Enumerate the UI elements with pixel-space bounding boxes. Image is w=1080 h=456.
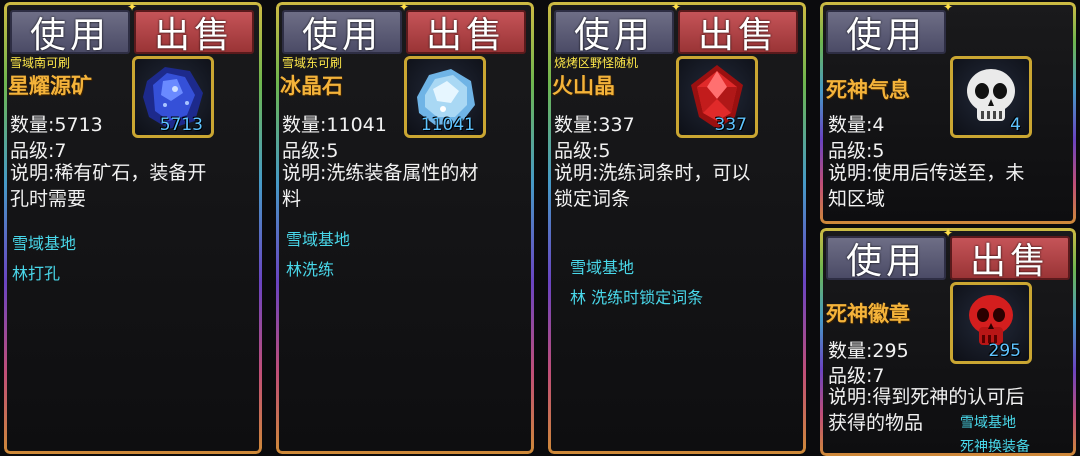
location-line: 林打孔 — [12, 264, 61, 283]
item-icon-frame[interactable]: 4 — [950, 56, 1032, 138]
item-card: ✦ 使用 死神气息 4 数量:4 品级:5 说明:使用后传送至，未 知区域 — [820, 2, 1076, 224]
use-button[interactable]: 使用 — [826, 236, 946, 282]
quantity-label: 数量:4 — [828, 114, 885, 136]
use-button[interactable]: 使用 — [554, 10, 674, 56]
item-icon-frame[interactable]: 11041 — [404, 56, 486, 138]
description-line: 说明:洗练装备属性的材 — [282, 162, 479, 184]
description-line: 锁定词条 — [554, 188, 631, 210]
grade-label: 品级:5 — [554, 140, 611, 162]
description-line: 说明:洗练词条时，可以 — [554, 162, 751, 184]
description-line: 说明:使用后传送至，未 — [828, 162, 1025, 184]
description-line: 孔时需要 — [10, 188, 87, 210]
location-line: 雪域基地 — [286, 230, 351, 249]
item-icon-frame[interactable]: 5713 — [132, 56, 214, 138]
grade-label: 品级:5 — [828, 140, 885, 162]
item-name: 冰晶石 — [280, 74, 343, 98]
description-line: 说明:得到死神的认可后 — [828, 386, 1025, 408]
item-name: 星耀源矿 — [8, 74, 92, 98]
item-count-badge: 11041 — [420, 115, 475, 135]
use-button[interactable]: 使用 — [10, 10, 130, 56]
quantity-label: 数量:337 — [554, 114, 635, 136]
drop-location-tip: 雪域东可刷 — [282, 56, 343, 70]
item-count-badge: 4 — [1010, 115, 1021, 135]
item-count-badge: 295 — [988, 341, 1021, 361]
item-card: ✦ 使用 出售 雪域东可刷 冰晶石 11041 数量:11041 品级:5 说明… — [276, 2, 534, 454]
item-icon-frame[interactable]: 337 — [676, 56, 758, 138]
description-line: 说明:稀有矿石，装备开 — [10, 162, 207, 184]
item-count-badge: 337 — [714, 115, 747, 135]
sell-button[interactable]: 出售 — [406, 10, 526, 56]
sell-button[interactable]: 出售 — [950, 236, 1070, 282]
location-line: 林 洗练时锁定词条 — [570, 288, 704, 307]
drop-location-tip: 雪域南可刷 — [10, 56, 71, 70]
quantity-label: 数量:5713 — [10, 114, 103, 136]
item-name: 火山晶 — [552, 74, 615, 98]
location-line: 雪域基地 — [570, 258, 635, 277]
description-line: 知区域 — [828, 188, 886, 210]
item-name: 死神气息 — [826, 78, 910, 102]
sell-button[interactable]: 出售 — [678, 10, 798, 56]
description-line: 获得的物品 — [828, 412, 924, 434]
quantity-label: 数量:11041 — [282, 114, 387, 136]
item-icon-frame[interactable]: 295 — [950, 282, 1032, 364]
use-button[interactable]: 使用 — [282, 10, 402, 56]
item-card: ✦ 使用 出售 死神徽章 295 数量:295 品级:7 说明:得到死神的认可后… — [820, 228, 1076, 456]
use-button[interactable]: 使用 — [826, 10, 946, 56]
item-count-badge: 5713 — [159, 115, 203, 135]
sell-button[interactable]: 出售 — [134, 10, 254, 56]
quantity-label: 数量:295 — [828, 340, 909, 362]
item-card: ✦ 使用 出售 雪域南可刷 星耀源矿 5713 数量:5713 品级:7 说明:… — [4, 2, 262, 454]
drop-location-tip: 烧烤区野怪随机 — [554, 56, 639, 70]
location-line: 死神换装备 — [960, 439, 1030, 455]
item-card: ✦ 使用 出售 烧烤区野怪随机 火山晶 337 数量:337 品级:5 说明:洗… — [548, 2, 806, 454]
location-line: 雪域基地 — [960, 415, 1016, 431]
grade-label: 品级:5 — [282, 140, 339, 162]
location-line: 雪域基地 — [12, 234, 77, 253]
location-line: 林洗练 — [286, 260, 335, 279]
item-name: 死神徽章 — [826, 302, 910, 326]
description-line: 料 — [282, 188, 302, 210]
grade-label: 品级:7 — [10, 140, 67, 162]
